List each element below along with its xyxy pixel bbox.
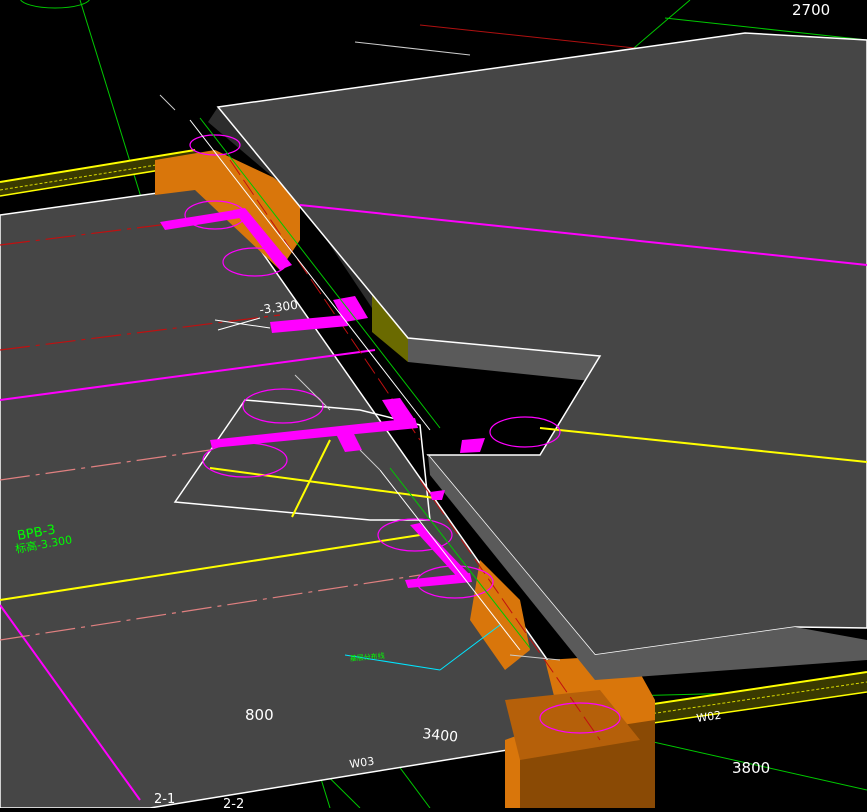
- dim-label-800: 800: [245, 706, 274, 724]
- model-canvas[interactable]: 2700 -3.300 BPB-3 标高-3.300 基层分布线 800 340…: [0, 0, 867, 812]
- cad-3d-viewport[interactable]: 2700 -3.300 BPB-3 标高-3.300 基层分布线 800 340…: [0, 0, 867, 812]
- wall-label-w02: W02: [696, 709, 722, 725]
- axis-label-2-1: 2-1: [154, 792, 175, 807]
- axis-label-2-2: 2-2: [223, 797, 244, 808]
- dim-label-3800: 3800: [732, 759, 770, 777]
- dim-label-2700: 2700: [792, 1, 830, 19]
